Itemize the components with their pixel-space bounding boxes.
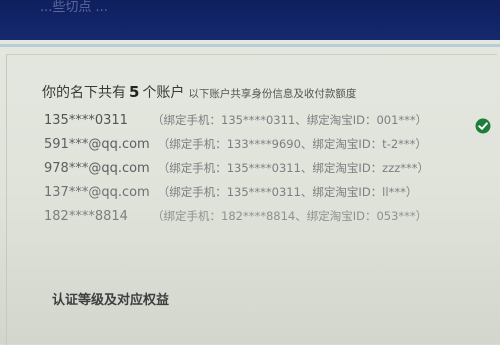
account-binding-detail: （绑定手机：135****0311、绑定淘宝ID：ll***） [157, 185, 418, 199]
summary-hint: 以下账户共享身份信息及收付款额度 [188, 88, 357, 100]
summary-prefix: 你的名下共有 [42, 85, 126, 101]
panel-top-border [0, 44, 500, 47]
account-id: 182****8814 [44, 209, 128, 224]
account-row[interactable]: 591***@qq.com （绑定手机：133****9690、绑定淘宝ID：t-… [44, 136, 427, 152]
account-row[interactable]: 135****0311 （绑定手机：135****0311、绑定淘宝ID：001*… [44, 112, 427, 128]
account-binding-detail: （绑定手机：135****0311、绑定淘宝ID：zzz***） [157, 161, 430, 175]
check-circle-icon [475, 118, 491, 134]
section-title-certification: 认证等级及对应权益 [52, 293, 170, 308]
account-binding-detail: （绑定手机：182****8814、绑定淘宝ID：053***） [152, 209, 428, 223]
header-title: ...些切点 ... [40, 0, 108, 15]
account-count: 5 [129, 83, 140, 101]
account-binding-detail: （绑定手机：135****0311、绑定淘宝ID：001***） [152, 113, 428, 127]
account-row[interactable]: 182****8814 （绑定手机：182****8814、绑定淘宝ID：053*… [44, 208, 427, 224]
account-id: 978***@qq.com [44, 161, 150, 176]
account-id: 591***@qq.com [44, 137, 150, 152]
account-summary: 你的名下共有 5 个账户 以下账户共享身份信息及收付款额度 [42, 82, 356, 102]
account-row[interactable]: 978***@qq.com （绑定手机：135****0311、绑定淘宝ID：zz… [44, 160, 429, 176]
summary-suffix: 个账户 [142, 85, 185, 101]
window-header: ...些切点 ... [0, 0, 500, 40]
account-id: 137***@qq.com [44, 185, 150, 200]
account-row[interactable]: 137***@qq.com （绑定手机：135****0311、绑定淘宝ID：ll… [44, 184, 417, 200]
account-binding-detail: （绑定手机：133****9690、绑定淘宝ID：t-2***） [157, 137, 427, 151]
account-id: 135****0311 [44, 113, 128, 128]
